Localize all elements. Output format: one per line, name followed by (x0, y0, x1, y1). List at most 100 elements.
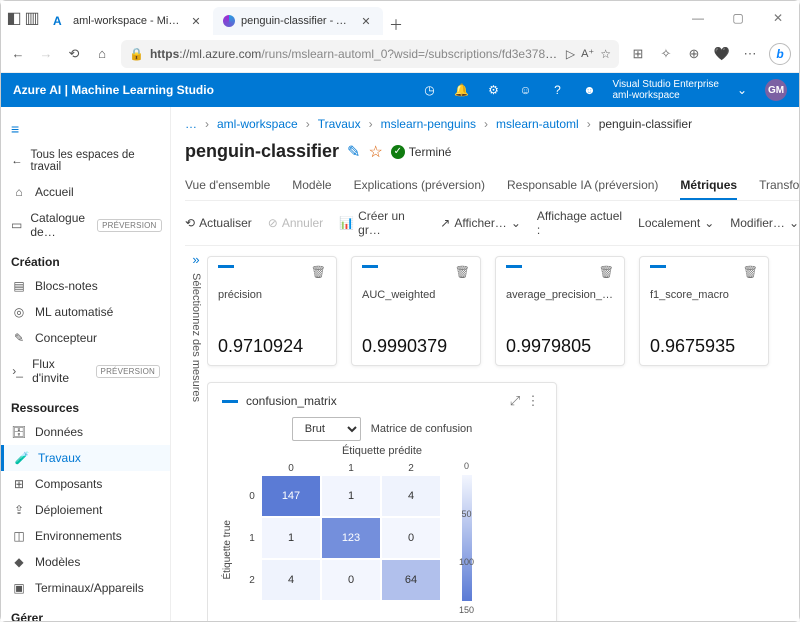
env-icon: ◫ (11, 529, 27, 543)
metric-label: f1_score_macro (650, 289, 758, 301)
refresh-icon[interactable]: ⟲ (65, 45, 83, 63)
breadcrumb-link[interactable]: mslearn-penguins (381, 117, 476, 131)
tab-overview[interactable]: Vue d'ensemble (185, 172, 270, 200)
workspace-switcher[interactable]: Visual Studio Enterprise aml-workspace (612, 79, 719, 101)
tab-rai[interactable]: Responsable IA (préversion) (507, 172, 658, 200)
smile-icon[interactable]: ☻ (580, 83, 598, 97)
tab-model[interactable]: Modèle (292, 172, 331, 200)
collections-icon[interactable]: ✧ (657, 46, 675, 62)
metric-card-avg-precision[interactable]: 🗑 average_precision_sco… 0.9979805 (495, 256, 625, 366)
browser-tab-active[interactable]: penguin-classifier - Azure AI | M ✕ (213, 7, 383, 35)
delete-icon[interactable]: 🗑 (599, 265, 614, 279)
arrow-left-icon: ← (11, 155, 23, 167)
sidebar-item-promptflow[interactable]: ›_Flux d'invitePRÉVERSION (1, 351, 170, 391)
sidebar-item-notebooks[interactable]: ▤Blocs-notes (1, 273, 170, 299)
hamburger-icon[interactable]: ≡ (1, 115, 170, 143)
cm-cell: 0 (381, 517, 441, 559)
new-tab-button[interactable]: ＋ (383, 15, 409, 35)
close-icon[interactable]: ✕ (359, 14, 373, 28)
bell-icon[interactable]: 🔔 (452, 83, 470, 97)
favorite-icon[interactable]: ☆ (600, 47, 611, 61)
more-icon[interactable]: ⋯ (741, 46, 759, 62)
feedback-icon[interactable]: ☺ (516, 83, 534, 97)
breadcrumb-link[interactable]: aml-workspace (217, 117, 298, 131)
view-icon: ↗ (440, 216, 450, 230)
avatar[interactable]: GM (765, 79, 787, 101)
breadcrumb-current: penguin-classifier (599, 117, 692, 131)
performance-icon[interactable]: 🖤 (713, 46, 731, 62)
cm-cell: 1 (321, 475, 381, 517)
extensions-icon[interactable]: ⊕ (685, 46, 703, 62)
cm-row-header: 1 (243, 517, 261, 559)
notebook-icon: ▤ (11, 279, 27, 293)
back-to-workspaces[interactable]: ← Tous les espaces de travail (1, 143, 170, 179)
sidebar-item-components[interactable]: ⊞Composants (1, 471, 170, 497)
book-icon: ▭ (11, 218, 22, 232)
edit-button[interactable]: Modifier…⌄ (730, 216, 799, 230)
metric-card-precision[interactable]: 🗑 précision 0.9710924 (207, 256, 337, 366)
delete-icon[interactable]: 🗑 (743, 265, 758, 279)
read-aloud-icon[interactable]: ▷ (566, 47, 575, 61)
breadcrumb-link[interactable]: Travaux (318, 117, 361, 131)
view-button[interactable]: ↗Afficher…⌄ (440, 216, 521, 230)
sidebar-item-jobs[interactable]: 🧪Travaux (1, 445, 170, 471)
display-value-dropdown[interactable]: Localement⌄ (638, 216, 714, 230)
cm-row-header: 2 (243, 559, 261, 601)
reading-list-icon[interactable]: ⊞ (629, 46, 647, 62)
sidebar-item-envs[interactable]: ◫Environnements (1, 523, 170, 549)
jobs-icon: 🧪 (14, 451, 30, 465)
more-icon[interactable]: ⋮ (524, 393, 542, 409)
address-bar[interactable]: 🔒 https://ml.azure.com/runs/mslearn-auto… (121, 40, 619, 68)
profile-icon[interactable]: ◧ (7, 11, 21, 25)
sidebar-item-terminals[interactable]: ▣Terminaux/Appareils (1, 575, 170, 601)
close-icon[interactable]: ✕ (189, 14, 203, 28)
window-minimize-icon[interactable]: — (683, 11, 713, 25)
cm-mode-select[interactable]: Brut (292, 417, 361, 441)
sidebar-section-manage: Gérer (1, 601, 170, 621)
tabgroup-icon[interactable]: ▥ (25, 11, 39, 25)
confusion-matrix-grid: 01201471411123024064 (243, 461, 441, 601)
metric-card-f1[interactable]: 🗑 f1_score_macro 0.9675935 (639, 256, 769, 366)
expand-icon[interactable]: ⤢ (506, 393, 524, 409)
refresh-button[interactable]: ⟲Actualiser (185, 216, 252, 230)
sidebar-item-data[interactable]: 🗄Données (1, 419, 170, 445)
sidebar-item-designer[interactable]: ✎Concepteur (1, 325, 170, 351)
designer-icon: ✎ (11, 331, 27, 345)
sidebar-item-catalog[interactable]: ▭Catalogue de…PRÉVERSION (1, 205, 170, 245)
chevron-right-icon[interactable]: » (192, 252, 199, 267)
window-close-icon[interactable]: ✕ (763, 11, 793, 25)
sidebar-item-home[interactable]: ⌂Accueil (1, 179, 170, 205)
lock-icon: 🔒 (129, 47, 144, 61)
browser-tab[interactable]: A aml-workspace - Microsoft Azur ✕ (43, 7, 213, 35)
breadcrumb-ellipsis[interactable]: … (185, 117, 197, 131)
window-maximize-icon[interactable]: ▢ (723, 11, 753, 25)
metric-card-auc[interactable]: 🗑 AUC_weighted 0.9990379 (351, 256, 481, 366)
star-icon[interactable]: ☆ (368, 142, 382, 162)
chevron-down-icon[interactable]: ⌄ (733, 83, 751, 97)
back-icon[interactable]: ← (9, 45, 27, 63)
help-icon[interactable]: ? (548, 83, 566, 97)
create-chart-button[interactable]: 📊Créer un gr… (339, 209, 424, 237)
delete-icon[interactable]: 🗑 (311, 265, 326, 279)
clock-icon[interactable]: ◷ (420, 83, 438, 97)
metric-label: AUC_weighted (362, 289, 470, 301)
metrics-rail[interactable]: » Sélectionnez des mesures (185, 246, 207, 621)
tab-data-transform[interactable]: Transformation des données (p (759, 172, 799, 200)
cm-cell: 147 (261, 475, 321, 517)
breadcrumb-link[interactable]: mslearn-automl (496, 117, 579, 131)
sidebar-item-models[interactable]: ◆Modèles (1, 549, 170, 575)
azureml-icon (223, 15, 235, 27)
tab-explanations[interactable]: Explications (préversion) (354, 172, 485, 200)
cm-row-header: 0 (243, 475, 261, 517)
edit-icon[interactable]: ✎ (347, 142, 360, 162)
app-header: Azure AI | Machine Learning Studio ◷ 🔔 ⚙… (1, 73, 799, 107)
bing-copilot-button[interactable]: b (769, 43, 791, 65)
sidebar-item-automl[interactable]: ◎ML automatisé (1, 299, 170, 325)
cm-cell: 0 (321, 559, 381, 601)
gear-icon[interactable]: ⚙ (484, 83, 502, 97)
home-icon[interactable]: ⌂ (93, 45, 111, 63)
text-size-icon[interactable]: A⁺ (581, 47, 594, 60)
sidebar-item-deploy[interactable]: ⇪Déploiement (1, 497, 170, 523)
delete-icon[interactable]: 🗑 (455, 265, 470, 279)
tab-metrics[interactable]: Métriques (680, 172, 737, 200)
